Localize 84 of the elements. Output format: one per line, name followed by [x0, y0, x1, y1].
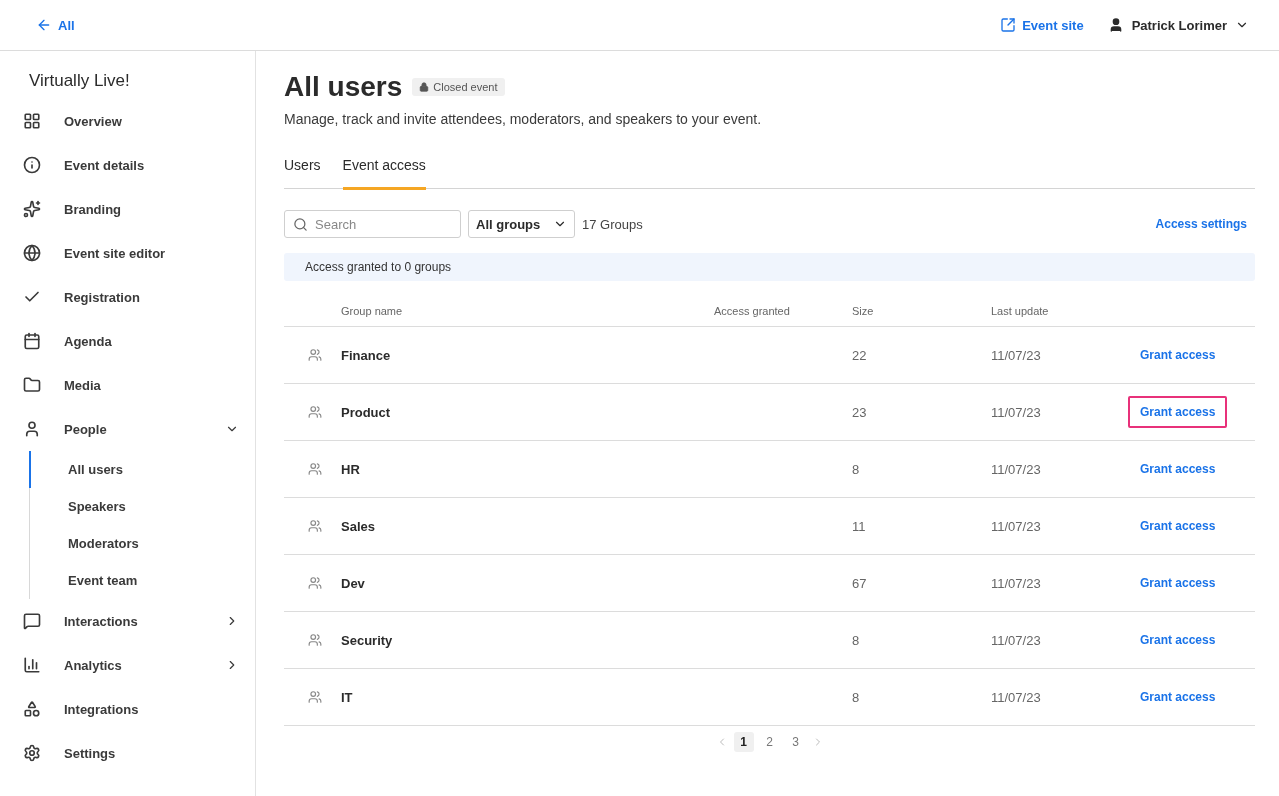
- sidebar-item[interactable]: Event details: [0, 143, 255, 187]
- sidebar-item[interactable]: Event site editor: [0, 231, 255, 275]
- sidebar-item[interactable]: Registration: [0, 275, 255, 319]
- sidebar-item[interactable]: Interactions: [0, 599, 255, 643]
- sidebar-subitem[interactable]: Speakers: [29, 488, 255, 525]
- grant-access-button[interactable]: Grant access: [1128, 567, 1228, 599]
- sidebar-item[interactable]: Agenda: [0, 319, 255, 363]
- table-cell-text: 11/07/23: [991, 347, 1042, 363]
- globe-icon: [23, 244, 41, 262]
- group-icon: [308, 519, 322, 533]
- group-icon: [308, 690, 322, 704]
- group-icon: [308, 633, 322, 647]
- grid-icon: [23, 112, 41, 130]
- external-link-icon: [1000, 17, 1017, 33]
- search-field[interactable]: Search: [284, 210, 461, 238]
- back-link[interactable]: All: [36, 17, 75, 33]
- sidebar-subitem[interactable]: Moderators: [29, 525, 255, 562]
- tab[interactable]: Users: [284, 157, 321, 190]
- column-header: Access granted: [714, 305, 791, 317]
- page-title: All users: [284, 71, 403, 103]
- table-cell-text: 11/07/23: [991, 575, 1042, 591]
- folder-icon: [23, 376, 41, 394]
- group-icon: [308, 405, 322, 419]
- grant-access-button[interactable]: Grant access: [1128, 510, 1228, 542]
- sidebar-item[interactable]: People: [0, 407, 255, 451]
- event-title: Virtually Live!: [28, 71, 131, 92]
- calendar-icon: [23, 332, 41, 350]
- bar-chart-icon: [23, 656, 41, 674]
- info-banner: Access granted to 0 groups: [284, 253, 1255, 281]
- table-cell-text: 8: [852, 689, 861, 705]
- table-cell-text: 11/07/23: [991, 632, 1042, 648]
- settings-icon: [23, 744, 41, 762]
- column-header: Last update: [991, 305, 1050, 317]
- event-site-link[interactable]: Event site: [1000, 17, 1084, 33]
- sparkles-icon: [23, 200, 41, 218]
- table-cell-text: 8: [852, 632, 861, 648]
- sidebar-item[interactable]: Settings: [0, 731, 255, 775]
- sidebar-item[interactable]: Media: [0, 363, 255, 407]
- grant-access-button[interactable]: Grant access: [1128, 681, 1228, 713]
- sidebar-item[interactable]: Analytics: [0, 643, 255, 687]
- user-menu[interactable]: Patrick Lorimer: [1107, 17, 1249, 33]
- table-cell-text: 11/07/23: [991, 518, 1042, 534]
- sidebar-item[interactable]: Branding: [0, 187, 255, 231]
- group-icon: [308, 348, 322, 362]
- table-cell-text: 11/07/23: [991, 461, 1042, 477]
- table-cell-text: 8: [852, 461, 861, 477]
- group-count: 17 Groups: [582, 216, 643, 232]
- grant-access-button[interactable]: Grant access: [1128, 339, 1228, 371]
- closed-event-badge: Closed event: [412, 78, 505, 96]
- table-cell-text: 11: [852, 518, 867, 534]
- table-cell-text: Finance: [341, 347, 392, 363]
- sidebar-item[interactable]: Overview: [0, 99, 255, 143]
- shapes-icon: [23, 700, 41, 718]
- page-button[interactable]: 1: [733, 732, 754, 752]
- group-icon: [308, 462, 322, 476]
- group-icon: [308, 576, 322, 590]
- page-button[interactable]: 3: [785, 732, 806, 752]
- grant-access-button[interactable]: Grant access: [1128, 453, 1228, 485]
- column-header: Group name: [341, 305, 404, 317]
- table-cell-text: Sales: [341, 518, 376, 534]
- table-cell-text: IT: [341, 689, 354, 705]
- sidebar-item[interactable]: Integrations: [0, 687, 255, 731]
- column-header: Size: [852, 305, 875, 317]
- grant-access-button[interactable]: Grant access: [1128, 624, 1228, 656]
- grant-access-button[interactable]: Grant access: [1128, 396, 1228, 428]
- table-cell-text: 23: [852, 404, 868, 420]
- table-cell-text: Product: [341, 404, 392, 420]
- page-description: Manage, track and invite attendees, moderators, and speakers to your event.: [284, 111, 763, 127]
- sidebar-subitem[interactable]: All users: [29, 451, 255, 488]
- page-button[interactable]: 2: [759, 732, 780, 752]
- person-icon: [23, 420, 41, 438]
- table-cell-text: Security: [341, 632, 394, 648]
- table-cell-text: HR: [341, 461, 361, 477]
- tab[interactable]: Event access: [342, 157, 426, 190]
- access-settings-link[interactable]: Access settings: [1155, 217, 1247, 231]
- table-cell-text: 22: [852, 347, 868, 363]
- info-icon: [23, 156, 41, 174]
- table-cell-text: 11/07/23: [991, 404, 1042, 420]
- group-filter-dropdown[interactable]: All groups: [468, 210, 575, 238]
- table-cell-text: 11/07/23: [991, 689, 1042, 705]
- table-cell-text: 67: [852, 575, 868, 591]
- sidebar-subitem[interactable]: Event team: [29, 562, 255, 599]
- table-cell-text: Dev: [341, 575, 366, 591]
- chat-icon: [23, 612, 41, 630]
